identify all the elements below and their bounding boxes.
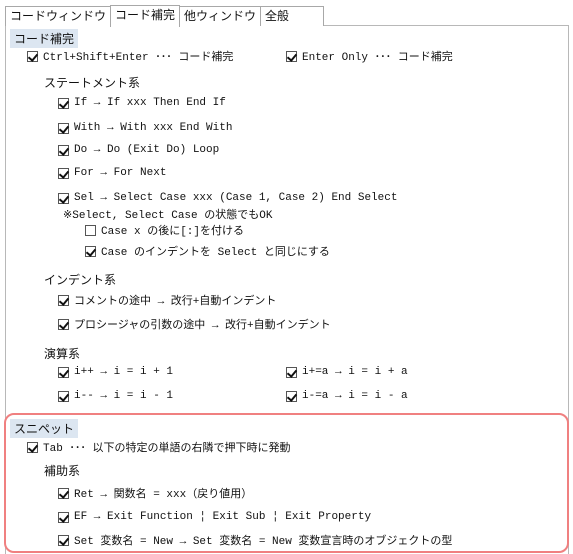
checkbox-label: Ctrl+Shift+Enter ･･･ コード補完 <box>43 52 234 64</box>
checkbox-label: Ret → 関数名 = xxx（戻り値用） <box>74 489 253 501</box>
ret-checkbox[interactable]: Ret → 関数名 = xxx（戻り値用） <box>58 485 252 501</box>
checkbox-label: If → If xxx Then End If <box>74 97 226 109</box>
checkbox-icon[interactable] <box>58 366 69 378</box>
checkbox-icon[interactable] <box>27 50 38 62</box>
checkbox-icon[interactable] <box>286 50 297 62</box>
select-note: ※Select, Select Case の状態でもOK <box>63 210 273 222</box>
tab-general[interactable]: 全般 <box>260 6 325 26</box>
if-checkbox[interactable]: If → If xxx Then End If <box>58 95 226 111</box>
tab-other-window[interactable]: 他ウィンドウ <box>179 6 262 26</box>
select-checkbox[interactable]: Sel → Select Case xxx (Case 1, Case 2) E… <box>58 190 397 206</box>
checkbox-icon[interactable] <box>58 294 69 306</box>
tab-code-window[interactable]: コードウィンドウ <box>5 6 112 26</box>
snippet-header: スニペット <box>10 419 79 438</box>
subtract-assign-checkbox[interactable]: i-=a → i = i - a <box>286 388 408 404</box>
enter-only-checkbox[interactable]: Enter Only ･･･ コード補完 <box>286 48 453 64</box>
decrement-checkbox[interactable]: i-- → i = i - 1 <box>58 388 173 404</box>
checkbox-label: For → For Next <box>74 167 167 179</box>
checkbox-icon[interactable] <box>58 167 69 179</box>
checkbox-label: EF → Exit Function ¦ Exit Sub ¦ Exit Pro… <box>74 511 372 523</box>
checkbox-icon[interactable] <box>58 534 69 546</box>
operator-group-label: 演算系 <box>44 348 81 362</box>
checkbox-icon[interactable] <box>58 390 69 402</box>
helper-group-label: 補助系 <box>44 465 81 479</box>
checkbox-label: Tab ･･･ 以下の特定の単語の右隣で押下時に発動 <box>43 443 291 455</box>
checkbox-label: Set 変数名 = New → Set 変数名 = New 変数宣言時のオブジェ… <box>74 536 453 548</box>
checkbox-label: i+=a → i = i + a <box>302 366 408 378</box>
checkbox-label: i-- → i = i - 1 <box>74 390 174 402</box>
checkbox-icon[interactable] <box>286 390 297 402</box>
statement-group-label: ステートメント系 <box>44 77 141 91</box>
checkbox-icon[interactable] <box>58 144 69 156</box>
checkbox-label: Do → Do (Exit Do) Loop <box>74 144 220 156</box>
checkbox-label: i-=a → i = i - a <box>302 390 408 402</box>
checkbox-icon[interactable] <box>85 224 96 236</box>
checkbox-label: Case x の後に[:]を付ける <box>101 226 245 238</box>
checkbox-icon[interactable] <box>58 97 69 109</box>
case-indent-checkbox[interactable]: Case のインデントを Select と同じにする <box>85 243 330 259</box>
code-completion-header: コード補完 <box>10 29 79 48</box>
indent-group-label: インデント系 <box>44 274 117 288</box>
do-checkbox[interactable]: Do → Do (Exit Do) Loop <box>58 142 219 158</box>
checkbox-label: Case のインデントを Select と同じにする <box>101 247 330 259</box>
checkbox-icon[interactable] <box>58 511 69 523</box>
checkbox-icon[interactable] <box>58 318 69 330</box>
tab-bar: コードウィンドウ コード補完 他ウィンドウ 全般 <box>5 5 325 27</box>
ef-checkbox[interactable]: EF → Exit Function ¦ Exit Sub ¦ Exit Pro… <box>58 509 371 525</box>
checkbox-icon[interactable] <box>58 192 69 204</box>
add-assign-checkbox[interactable]: i+=a → i = i + a <box>286 364 408 380</box>
for-checkbox[interactable]: For → For Next <box>58 165 166 181</box>
set-new-checkbox[interactable]: Set 変数名 = New → Set 変数名 = New 変数宣言時のオブジェ… <box>58 532 452 548</box>
comment-indent-checkbox[interactable]: コメントの途中 → 改行+自動インデント <box>58 292 276 308</box>
procedure-args-indent-checkbox[interactable]: プロシージャの引数の途中 → 改行+自動インデント <box>58 316 331 332</box>
ctrl-shift-enter-checkbox[interactable]: Ctrl+Shift+Enter ･･･ コード補完 <box>27 48 233 64</box>
checkbox-label: プロシージャの引数の途中 → 改行+自動インデント <box>74 320 331 332</box>
checkbox-icon[interactable] <box>85 245 96 257</box>
case-colon-checkbox[interactable]: Case x の後に[:]を付ける <box>85 222 244 238</box>
checkbox-icon[interactable] <box>286 366 297 378</box>
checkbox-label: With → With xxx End With <box>74 122 233 134</box>
checkbox-label: i++ → i = i + 1 <box>74 366 174 378</box>
checkbox-icon[interactable] <box>58 487 69 499</box>
checkbox-icon[interactable] <box>58 122 69 134</box>
increment-checkbox[interactable]: i++ → i = i + 1 <box>58 364 173 380</box>
checkbox-label: コメントの途中 → 改行+自動インデント <box>74 296 277 308</box>
checkbox-label: Sel → Select Case xxx (Case 1, Case 2) E… <box>74 192 398 204</box>
with-checkbox[interactable]: With → With xxx End With <box>58 120 232 136</box>
checkbox-icon[interactable] <box>27 441 38 453</box>
tab-code-completion[interactable]: コード補完 <box>110 5 181 27</box>
checkbox-label: Enter Only ･･･ コード補完 <box>302 52 453 64</box>
snippet-tab-checkbox[interactable]: Tab ･･･ 以下の特定の単語の右隣で押下時に発動 <box>27 439 291 455</box>
